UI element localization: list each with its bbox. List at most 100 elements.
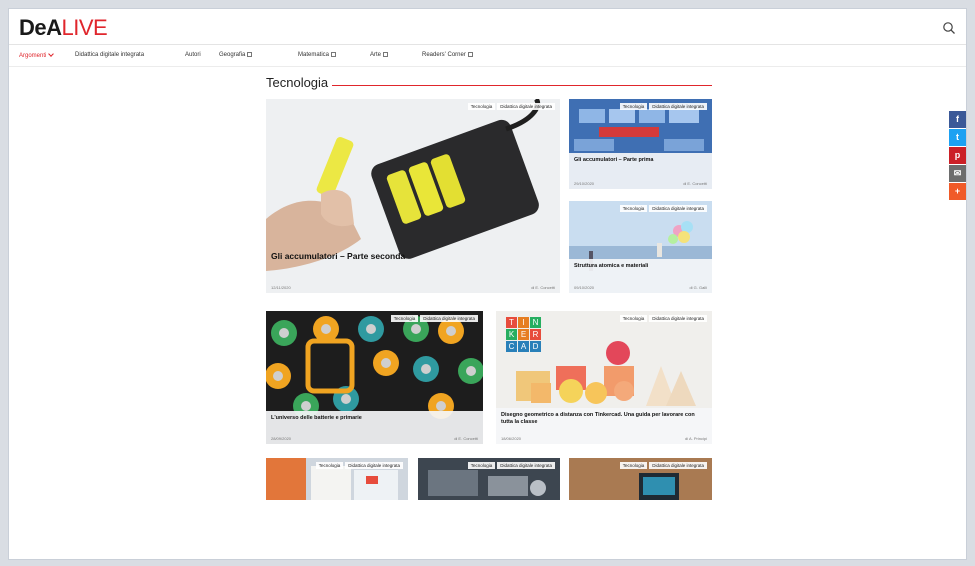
share-email-button[interactable]: ✉ xyxy=(949,165,966,182)
external-link-icon xyxy=(467,52,473,57)
nav-label: Matematica xyxy=(298,52,330,58)
card-badges: Tecnologia Didattica digitale integrata xyxy=(467,462,555,469)
badge-category[interactable]: Didattica digitale integrata xyxy=(497,103,555,110)
nav-label: Autori xyxy=(185,52,201,58)
badge-category[interactable]: Didattica digitale integrata xyxy=(649,103,707,110)
badge-category[interactable]: Tecnologia xyxy=(467,103,496,110)
share-more-button[interactable]: + xyxy=(949,183,966,200)
email-icon: ✉ xyxy=(953,168,962,178)
card-caption: L'universo delle batterie e primarie 28/… xyxy=(266,411,483,444)
article-card[interactable]: Tecnologia Didattica digitale integrata … xyxy=(266,311,483,444)
share-facebook-button[interactable]: f xyxy=(949,111,966,128)
card-badges: Tecnologia Didattica digitale integrata xyxy=(619,205,707,212)
card-date: 12/11/2020 xyxy=(271,285,291,290)
card-author[interactable]: di G. Galli xyxy=(689,285,707,290)
facebook-icon: f xyxy=(956,114,959,124)
card-date: 29/10/2020 xyxy=(574,181,595,186)
section-title: Tecnologia xyxy=(266,75,329,90)
card-author[interactable]: di E. Concetti xyxy=(683,181,707,186)
card-badges: Tecnologia Didattica digitale integrata xyxy=(390,315,478,322)
nav-item-argomenti[interactable]: Argomenti xyxy=(19,51,55,59)
tinkercad-letter: K xyxy=(506,329,517,340)
tinkercad-logo: T I N K E R C A D xyxy=(506,317,541,352)
badge-category[interactable]: Tecnologia xyxy=(390,315,419,322)
tinkercad-letter: D xyxy=(530,341,541,352)
browser-page: DeALIVE Argomenti Didattica digitale int… xyxy=(8,8,967,560)
badge-category[interactable]: Didattica digitale integrata xyxy=(649,315,707,322)
nav-label: Argomenti xyxy=(19,53,47,59)
tinkercad-letter: N xyxy=(530,317,541,328)
nav-item-autori[interactable]: Autori xyxy=(185,52,201,58)
logo-dea: DeA xyxy=(19,15,62,40)
card-badges: Tecnologia Didattica digitale integrata xyxy=(619,103,707,110)
site-header: DeALIVE xyxy=(9,9,966,45)
nav-label: Readers' Corner xyxy=(422,52,466,58)
section-divider xyxy=(332,85,712,86)
external-link-icon xyxy=(383,52,389,57)
badge-category[interactable]: Tecnologia xyxy=(619,462,648,469)
badge-category[interactable]: Didattica digitale integrata xyxy=(497,462,555,469)
article-card[interactable]: Tecnologia Didattica digitale integrata xyxy=(418,458,560,500)
tinkercad-letter: I xyxy=(518,317,529,328)
card-author[interactable]: di E. Concetti xyxy=(531,285,555,290)
article-card[interactable]: Tecnologia Didattica digitale integrata xyxy=(266,458,408,500)
article-card[interactable]: Tecnologia Didattica digitale integrata … xyxy=(569,201,712,293)
logo[interactable]: DeALIVE xyxy=(19,15,108,40)
search-icon[interactable] xyxy=(942,21,956,35)
article-card-featured[interactable]: Tecnologia Didattica digitale integrata … xyxy=(266,99,560,293)
tinkercad-letter: E xyxy=(518,329,529,340)
nav-item-readers-corner[interactable]: Readers' Corner xyxy=(422,52,473,58)
nav-item-matematica[interactable]: Matematica xyxy=(298,52,337,58)
chevron-down-icon xyxy=(48,51,55,57)
main-nav: Argomenti Didattica digitale integrata A… xyxy=(9,45,966,67)
badge-category[interactable]: Tecnologia xyxy=(619,315,648,322)
tinkercad-letter: C xyxy=(506,341,517,352)
pinterest-icon: p xyxy=(954,150,961,160)
badge-category[interactable]: Didattica digitale integrata xyxy=(649,462,707,469)
badge-category[interactable]: Didattica digitale integrata xyxy=(420,315,478,322)
card-image-batteries-charger xyxy=(266,99,560,293)
card-author[interactable]: di E. Concetti xyxy=(454,436,478,441)
card-badges: Tecnologia Didattica digitale integrata xyxy=(467,103,555,110)
tinkercad-letter: R xyxy=(530,329,541,340)
card-title[interactable]: Struttura atomica e materiali xyxy=(574,263,648,270)
card-author[interactable]: di A. Principi xyxy=(685,436,707,441)
badge-category[interactable]: Tecnologia xyxy=(619,103,648,110)
article-card[interactable]: Tecnologia Didattica digitale integrata … xyxy=(569,99,712,189)
share-twitter-button[interactable]: t xyxy=(949,129,966,146)
badge-category[interactable]: Tecnologia xyxy=(467,462,496,469)
nav-label: Geografia xyxy=(219,52,246,58)
card-caption: Disegno geometrico a distanza con Tinker… xyxy=(496,408,712,444)
badge-category[interactable]: Tecnologia xyxy=(619,205,648,212)
article-card[interactable]: Tecnologia Didattica digitale integrata xyxy=(569,458,712,500)
card-title[interactable]: Gli accumulatori – Parte seconda xyxy=(271,251,405,261)
card-date: 18/06/2020 xyxy=(501,436,522,441)
twitter-icon: t xyxy=(956,132,959,142)
tinkercad-letter: T xyxy=(506,317,517,328)
card-badges: Tecnologia Didattica digitale integrata xyxy=(619,462,707,469)
nav-item-arte[interactable]: Arte xyxy=(370,52,389,58)
card-badges: Tecnologia Didattica digitale integrata xyxy=(315,462,403,469)
share-pinterest-button[interactable]: p xyxy=(949,147,966,164)
nav-label: Didattica digitale integrata xyxy=(75,52,145,58)
nav-item-geografia[interactable]: Geografia xyxy=(219,52,253,58)
external-link-icon xyxy=(247,52,253,57)
card-date: 28/09/2020 xyxy=(271,436,292,441)
card-title[interactable]: Disegno geometrico a distanza con Tinker… xyxy=(501,412,700,426)
card-badges: Tecnologia Didattica digitale integrata xyxy=(619,315,707,322)
card-date: 09/10/2020 xyxy=(574,285,595,290)
external-link-icon xyxy=(331,52,337,57)
logo-live: LIVE xyxy=(61,15,108,40)
card-caption: Struttura atomica e materiali 09/10/2020… xyxy=(569,259,712,293)
badge-category[interactable]: Tecnologia xyxy=(315,462,344,469)
nav-label: Arte xyxy=(370,52,382,58)
article-card[interactable]: T I N K E R C A D Tecnologia Didattica d… xyxy=(496,311,712,444)
card-title[interactable]: L'universo delle batterie e primarie xyxy=(271,415,362,422)
card-caption: Gli accumulatori – Parte prima 29/10/202… xyxy=(569,153,712,189)
plus-icon: + xyxy=(954,186,961,196)
card-title[interactable]: Gli accumulatori – Parte prima xyxy=(574,157,653,164)
badge-category[interactable]: Didattica digitale integrata xyxy=(345,462,403,469)
tinkercad-letter: A xyxy=(518,341,529,352)
nav-item-didattica[interactable]: Didattica digitale integrata xyxy=(75,52,144,58)
badge-category[interactable]: Didattica digitale integrata xyxy=(649,205,707,212)
